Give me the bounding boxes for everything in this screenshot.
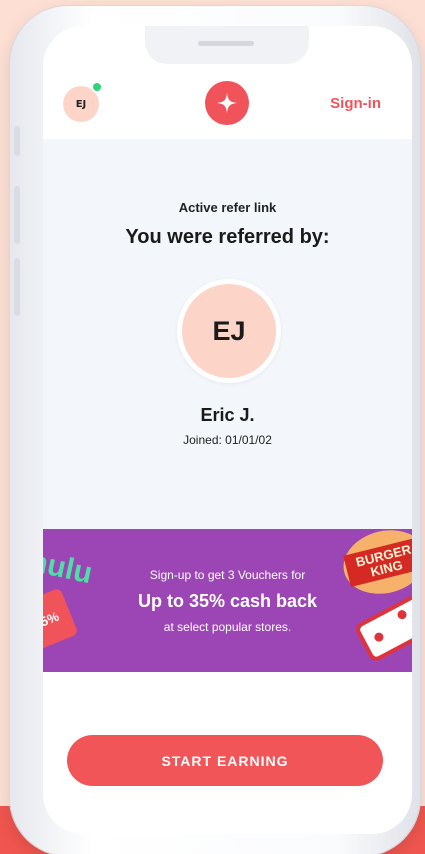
phone-frame: EJ Sign-in Active refer link You were re… [10, 6, 420, 854]
online-status-dot [91, 81, 103, 93]
refer-link-caption: Active refer link [178, 200, 277, 215]
user-avatar-initials: EJ [75, 98, 87, 110]
phone-side-button [14, 126, 20, 156]
burger-king-logo-text: BURGER KING [343, 537, 412, 587]
signin-link[interactable]: Sign-in [330, 95, 381, 112]
sparkle-icon [216, 92, 238, 114]
referrer-joined-date: Joined: 01/01/02 [183, 433, 272, 447]
start-earning-button[interactable]: START EARNING [67, 735, 383, 786]
promo-headline: Up to 35% cash back [137, 591, 318, 611]
app-screen: EJ Sign-in Active refer link You were re… [43, 26, 412, 834]
referrer-avatar: EJ [177, 279, 281, 383]
promo-banner[interactable]: hulu 35% Sign-up to get 3 Vouchers for U… [43, 529, 412, 672]
referrer-avatar-initials: EJ [212, 315, 246, 346]
app-logo[interactable] [205, 81, 249, 125]
phone-side-button [14, 186, 20, 244]
referrer-name: Eric J. [200, 405, 255, 425]
referred-by-heading: You were referred by: [125, 226, 330, 248]
app-header: EJ Sign-in [43, 26, 412, 139]
phone-side-button [14, 258, 20, 316]
